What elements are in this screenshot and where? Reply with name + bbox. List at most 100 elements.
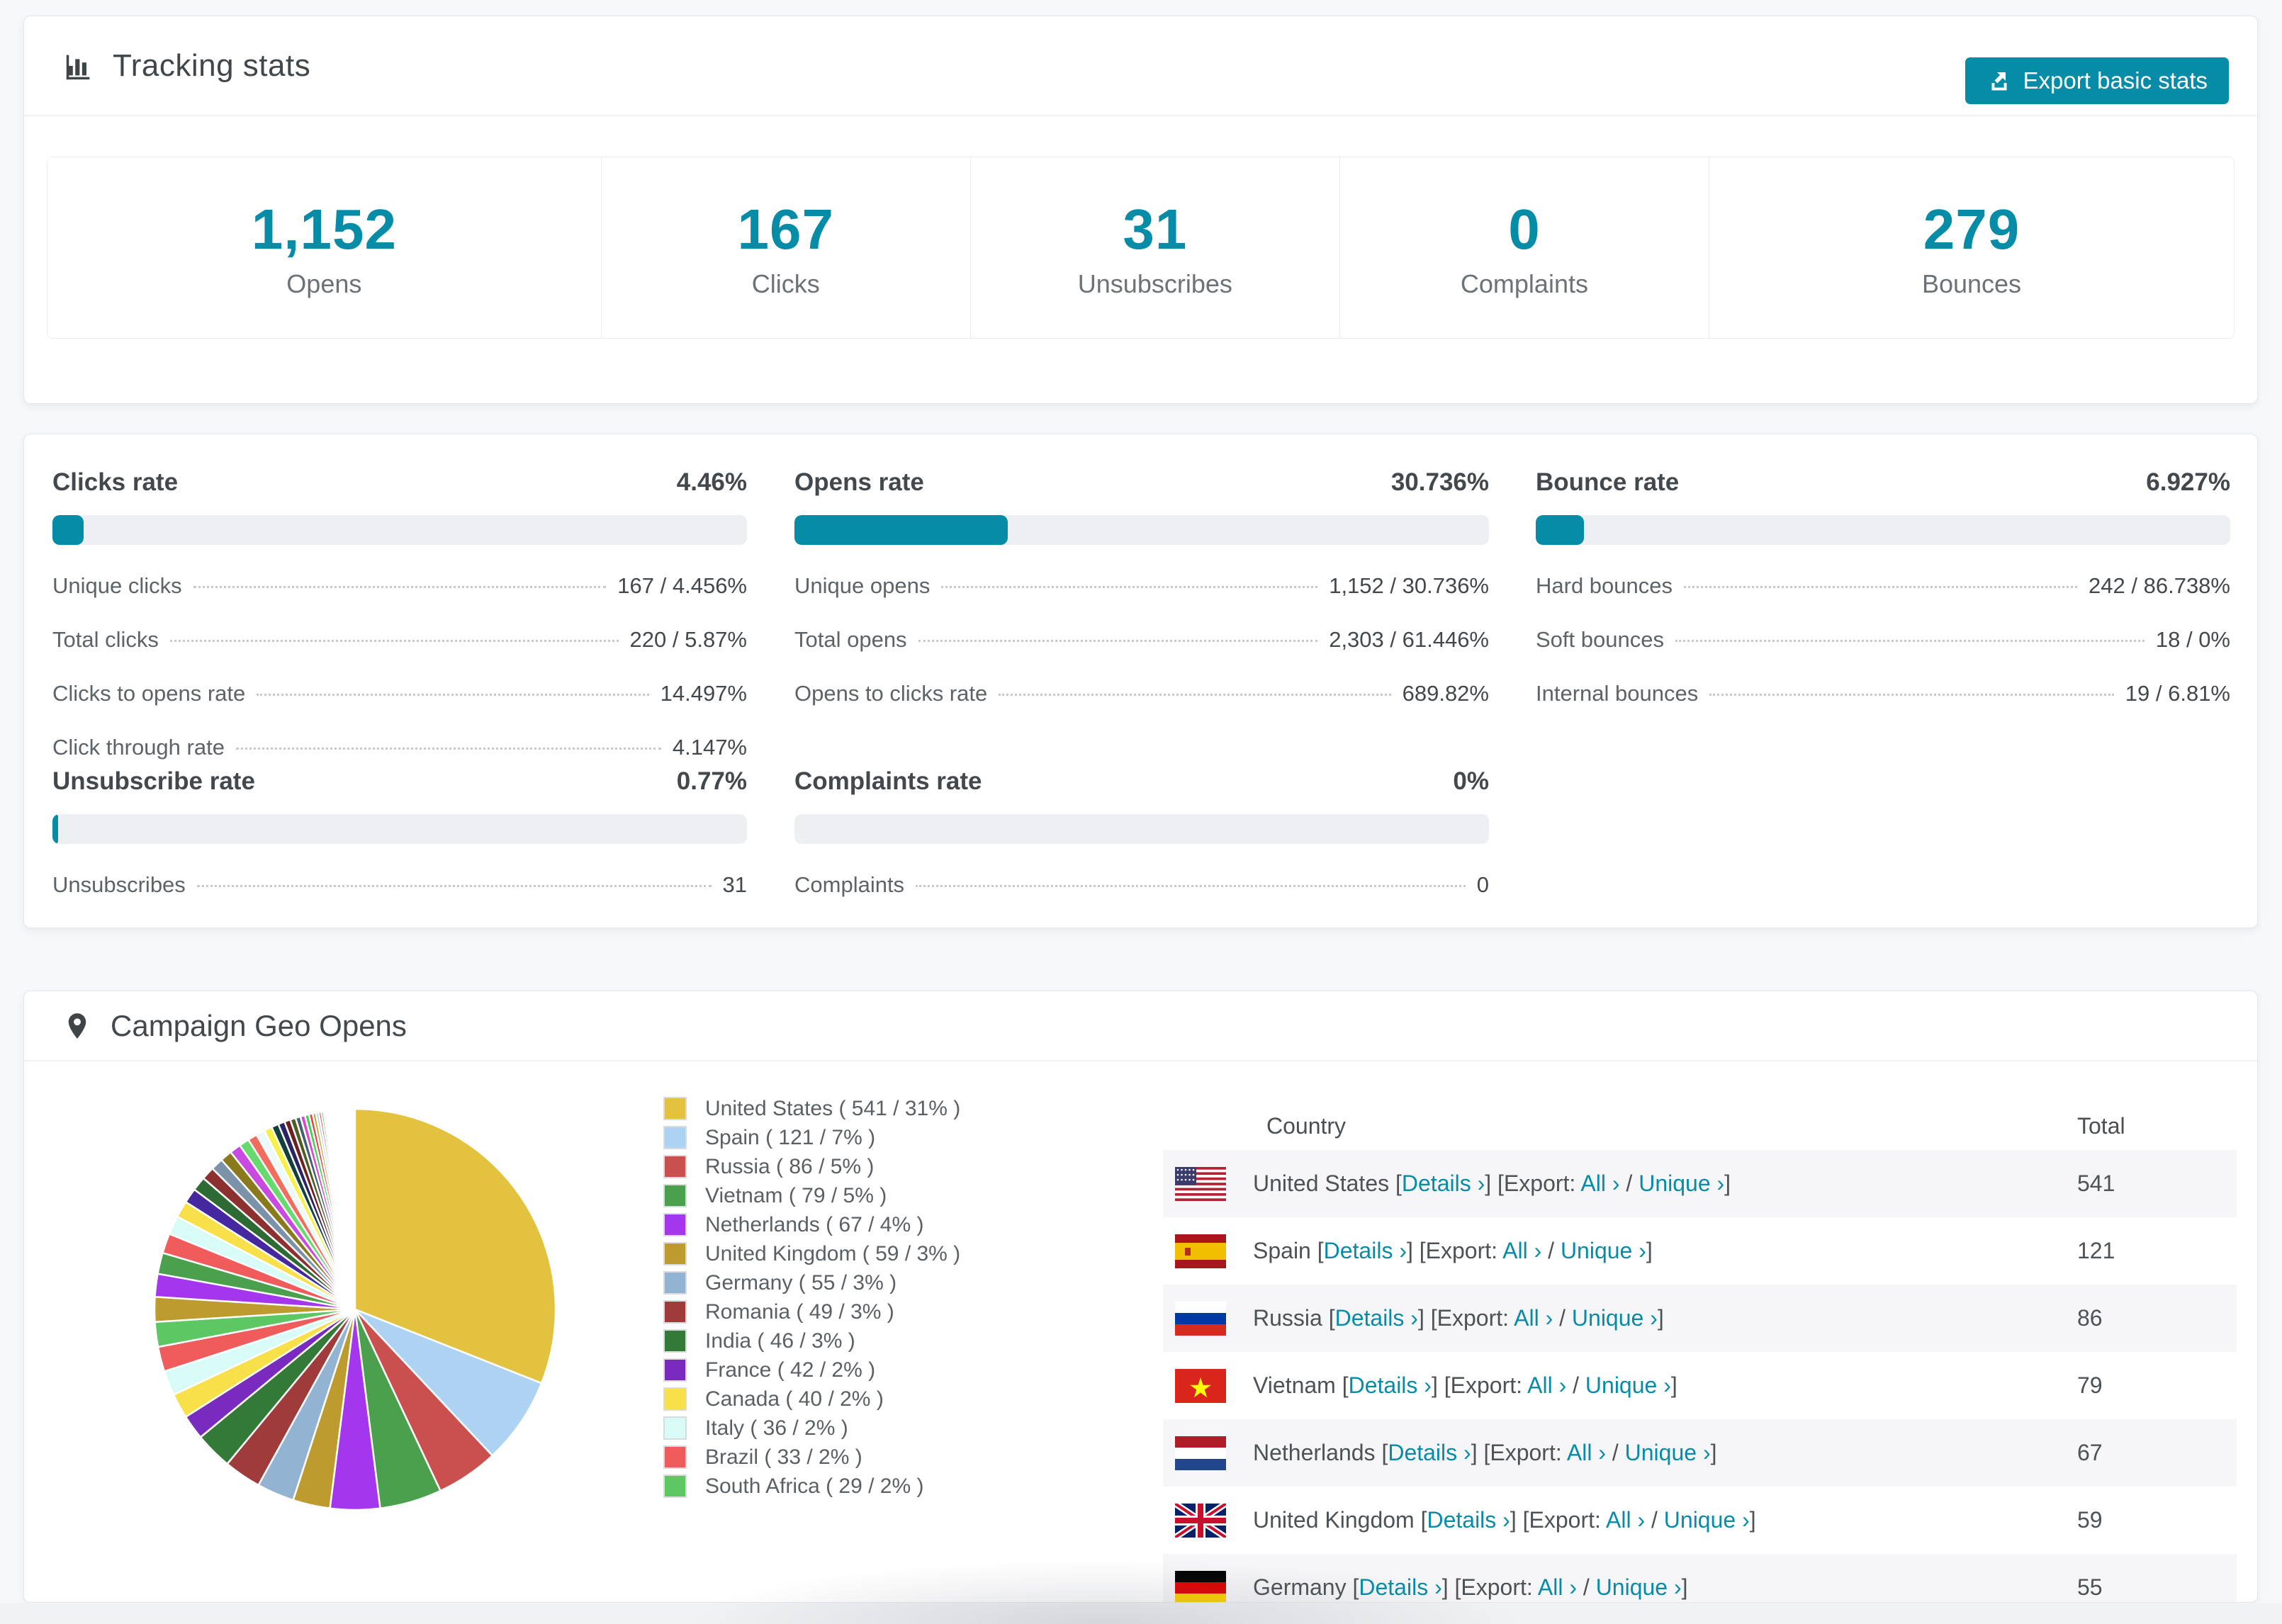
export-all-link[interactable]: All ›: [1580, 1171, 1619, 1196]
export-unique-link[interactable]: Unique ›: [1572, 1305, 1658, 1331]
rates-card: Clicks rate 4.46% Unique clicks 167 / 4.4…: [23, 434, 2258, 928]
country-name: Vietnam: [1253, 1372, 1336, 1398]
legend-label: Netherlands ( 67 / 4% ): [705, 1212, 924, 1236]
unsubscribe-rate-title: Unsubscribe rate: [52, 767, 255, 795]
details-link[interactable]: Details ›: [1388, 1440, 1471, 1465]
legend-swatch: [663, 1329, 687, 1353]
legend-label: India ( 46 / 3% ): [705, 1329, 855, 1353]
stat-value: 1,152: [251, 197, 397, 261]
rate-detail-label: Internal bounces: [1536, 681, 1699, 706]
opens-rate-value: 30.736%: [1390, 468, 1489, 496]
rate-detail-value: 242 / 86.738%: [2089, 573, 2230, 598]
flag-gb-icon: [1175, 1503, 1226, 1538]
legend-item: Germany ( 55 / 3% ): [663, 1268, 960, 1297]
export-all-link[interactable]: All ›: [1606, 1507, 1645, 1533]
legend-label: Brazil ( 33 / 2% ): [705, 1445, 862, 1469]
opens-rate-title: Opens rate: [794, 468, 924, 496]
export-all-link[interactable]: All ›: [1567, 1440, 1606, 1465]
details-link[interactable]: Details ›: [1324, 1238, 1407, 1263]
total-cell: 55: [2077, 1574, 2103, 1600]
details-link[interactable]: Details ›: [1427, 1507, 1510, 1533]
unsubscribe-rate-section: Unsubscribe rate 0.77% Unsubscribes 31: [52, 767, 747, 898]
export-basic-stats-button[interactable]: Export basic stats: [1965, 57, 2229, 104]
legend-label: France ( 42 / 2% ): [705, 1358, 876, 1382]
progress-fill: [794, 515, 1008, 545]
flag-us-icon: [1175, 1166, 1226, 1201]
geo-table-row: Netherlands [Details ›] [Export: All › /…: [1163, 1419, 2237, 1487]
export-unique-link[interactable]: Unique ›: [1585, 1372, 1671, 1398]
rate-detail-value: 2,303 / 61.446%: [1329, 627, 1489, 652]
total-cell: 541: [2077, 1171, 2115, 1196]
export-all-link[interactable]: All ›: [1514, 1305, 1553, 1331]
geo-table-row: Vietnam [Details ›] [Export: All › / Uni…: [1163, 1352, 2237, 1419]
details-link[interactable]: Details ›: [1335, 1305, 1418, 1331]
export-all-link[interactable]: All ›: [1527, 1372, 1566, 1398]
progress-fill: [52, 515, 84, 545]
stat-value: 167: [737, 197, 834, 261]
legend-swatch: [663, 1416, 687, 1440]
geo-table-header: Country Total: [1163, 1103, 2237, 1150]
rate-detail-value: 4.147%: [672, 735, 747, 760]
summary-stats-row: 1,152 Opens 167 Clicks 31 Unsubscribes 0 Compla…: [47, 157, 2235, 339]
stat-label: Unsubscribes: [1077, 269, 1232, 298]
dotted-leader: [1709, 694, 2114, 696]
country-column-header: Country: [1266, 1113, 1347, 1139]
rate-detail-value: 18 / 0%: [2155, 627, 2230, 652]
export-unique-link[interactable]: Unique ›: [1664, 1507, 1750, 1533]
geo-table-row: Spain [Details ›] [Export: All › / Uniqu…: [1163, 1217, 2237, 1285]
legend-item: Spain ( 121 / 7% ): [663, 1123, 960, 1152]
geo-opens-header: Campaign Geo Opens: [24, 991, 2257, 1061]
legend-label: South Africa ( 29 / 2% ): [705, 1474, 924, 1498]
export-unique-link[interactable]: Unique ›: [1561, 1238, 1646, 1263]
rate-detail-row: Click through rate 4.147%: [52, 735, 747, 760]
dotted-leader: [1675, 640, 2145, 642]
details-link[interactable]: Details ›: [1402, 1171, 1485, 1196]
country-cell: United Kingdom [Details ›] [Export: All …: [1253, 1507, 1756, 1533]
stat-label: Bounces: [1921, 269, 2022, 298]
rate-detail-label: Unique clicks: [52, 573, 182, 598]
export-all-link[interactable]: All ›: [1502, 1238, 1541, 1263]
export-icon: [1991, 72, 2007, 91]
export-all-link[interactable]: All ›: [1538, 1574, 1577, 1600]
flag-ru-icon: [1175, 1301, 1226, 1336]
legend-item: Netherlands ( 67 / 4% ): [663, 1210, 960, 1239]
bounce-rate-title: Bounce rate: [1536, 468, 1680, 496]
country-name: Germany: [1253, 1574, 1347, 1600]
stat-label: Opens: [286, 269, 362, 298]
stat-label: Clicks: [751, 269, 820, 298]
legend-swatch: [663, 1213, 687, 1236]
rate-detail-label: Total clicks: [52, 627, 159, 652]
unsubscribe-rate-bar: [52, 814, 747, 844]
rate-detail-label: Soft bounces: [1536, 627, 1664, 652]
export-unique-link[interactable]: Unique ›: [1596, 1574, 1682, 1600]
legend-swatch: [663, 1358, 687, 1382]
clicks-rate-bar: [52, 515, 747, 545]
rate-detail-row: Complaints 0: [794, 872, 1489, 898]
country-cell: Netherlands [Details ›] [Export: All › /…: [1253, 1440, 1717, 1465]
stat-value: 279: [1923, 197, 2020, 261]
rate-detail-label: Complaints: [794, 872, 905, 897]
legend-item: Vietnam ( 79 / 5% ): [663, 1181, 960, 1210]
geo-opens-body: United States ( 541 / 31% ) Spain ( 121 /…: [24, 1063, 2257, 1602]
geo-opens-pie-chart: [153, 1107, 557, 1511]
export-unique-link[interactable]: Unique ›: [1639, 1171, 1724, 1196]
clicks-rate-section: Clicks rate 4.46% Unique clicks 167 / 4.4…: [52, 468, 747, 760]
flag-es-icon: [1175, 1234, 1226, 1268]
export-unique-link[interactable]: Unique ›: [1625, 1440, 1711, 1465]
legend-label: Spain ( 121 / 7% ): [705, 1125, 876, 1149]
legend-item: Italy ( 36 / 2% ): [663, 1414, 960, 1443]
geo-table-row: United Kingdom [Details ›] [Export: All …: [1163, 1487, 2237, 1554]
country-name: Russia: [1253, 1305, 1322, 1331]
details-link[interactable]: Details ›: [1359, 1574, 1441, 1600]
legend-label: United Kingdom ( 59 / 3% ): [705, 1241, 961, 1265]
stat-box-unsubscribes: 31 Unsubscribes: [970, 157, 1340, 338]
dotted-leader: [196, 885, 712, 887]
rate-detail-label: Unique opens: [794, 573, 931, 598]
details-link[interactable]: Details ›: [1349, 1372, 1432, 1398]
geo-table-row: Russia [Details ›] [Export: All › / Uniq…: [1163, 1285, 2237, 1352]
legend-label: Romania ( 49 / 3% ): [705, 1299, 894, 1324]
rate-detail-row: Soft bounces 18 / 0%: [1536, 627, 2230, 653]
bounce-rate-section: Bounce rate 6.927% Hard bounces 242 / 86.…: [1536, 468, 2230, 706]
clicks-rate-title: Clicks rate: [52, 468, 179, 496]
legend-label: United States ( 541 / 31% ): [705, 1096, 961, 1120]
